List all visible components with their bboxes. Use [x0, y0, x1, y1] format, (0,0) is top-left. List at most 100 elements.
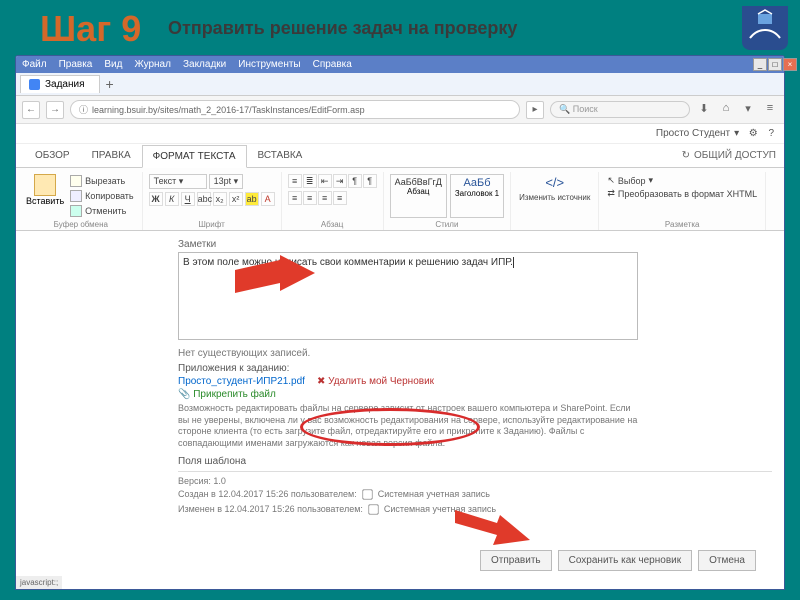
tab-title: Задания	[45, 79, 85, 90]
italic-button[interactable]: К	[165, 192, 179, 206]
ribbon-markup2: ↖Выбор ▾ ⇄Преобразовать в формат XHTML Р…	[599, 172, 766, 230]
paste-button[interactable]: Вставить	[26, 174, 64, 218]
user-bar: Просто Студент ▾ ⚙ ?	[16, 124, 784, 144]
maximize-button[interactable]: □	[768, 58, 782, 71]
form-content: Заметки В этом поле можно написать свои …	[16, 231, 784, 589]
cut-button[interactable]: Вырезать	[68, 174, 135, 188]
url-text: learning.bsuir.by/sites/math_2_2016-17/T…	[92, 105, 365, 115]
browser-tab[interactable]: Задания	[20, 75, 100, 93]
slide-subtitle: Отправить решение задач на проверку	[168, 18, 517, 39]
indent-button[interactable]: ⇥	[333, 174, 347, 188]
outdent-button[interactable]: ⇤	[318, 174, 332, 188]
menu-bookmarks[interactable]: Закладки	[183, 59, 226, 70]
tab-format-text[interactable]: ФОРМАТ ТЕКСТА	[142, 145, 247, 168]
ribbon-clipboard: Вставить Вырезать Копировать Отменить Бу…	[20, 172, 143, 230]
highlight-button[interactable]: ab	[245, 192, 259, 206]
select-button[interactable]: ↖Выбор ▾	[605, 174, 759, 187]
menu-help[interactable]: Справка	[313, 59, 352, 70]
underline-button[interactable]: Ч	[181, 192, 195, 206]
style-heading1[interactable]: АаБб Заголовок 1	[450, 174, 504, 218]
undo-button[interactable]: Отменить	[68, 204, 135, 218]
align-right[interactable]: ≡	[318, 191, 332, 205]
menu-view[interactable]: Вид	[104, 59, 122, 70]
forward-button[interactable]: →	[46, 101, 64, 119]
tab-insert[interactable]: ВСТАВКА	[247, 144, 314, 167]
paste-icon	[34, 174, 56, 196]
ltr-button[interactable]: ¶	[348, 174, 362, 188]
ribbon-paragraph: ≡ ≣ ⇤ ⇥ ¶ ¶ ≡ ≡ ≡ ≡ Абзац	[282, 172, 384, 230]
markup-group-label: Разметка	[599, 220, 765, 229]
tab-edit[interactable]: ПРАВКА	[81, 144, 142, 167]
search-placeholder: Поиск	[573, 104, 598, 114]
attachments-label: Приложения к заданию:	[178, 363, 772, 374]
close-button[interactable]: ×	[783, 58, 797, 71]
bold-button[interactable]: Ж	[149, 192, 163, 206]
home-icon[interactable]: ⌂	[718, 102, 734, 118]
status-bar: javascript:;	[16, 576, 62, 589]
bullets-button[interactable]: ≡	[288, 174, 302, 188]
gear-icon[interactable]: ⚙	[749, 128, 758, 139]
para-group-label: Абзац	[282, 220, 383, 229]
search-field[interactable]: 🔍 Поиск	[550, 101, 690, 118]
style-para[interactable]: АаБбВвГгД Абзац	[390, 174, 447, 218]
university-logo	[740, 4, 790, 52]
minimize-button[interactable]: _	[753, 58, 767, 71]
rtl-button[interactable]: ¶	[363, 174, 377, 188]
convert-xhtml-button[interactable]: ⇄Преобразовать в формат XHTML	[605, 187, 759, 200]
user-menu[interactable]: Просто Студент ▾ ⚙ ?	[656, 128, 774, 139]
go-button[interactable]: ▸	[526, 101, 544, 119]
modified-checkbox[interactable]	[368, 504, 378, 514]
share-button[interactable]: ↻ ОБЩИЙ ДОСТУП	[682, 150, 776, 161]
align-left[interactable]: ≡	[288, 191, 302, 205]
browser-tabbar: Задания +	[16, 73, 784, 96]
modified-sys: Системная учетная запись	[384, 504, 496, 514]
cancel-button[interactable]: Отмена	[698, 550, 756, 571]
numbering-button[interactable]: ≣	[303, 174, 317, 188]
font-group-label: Шрифт	[143, 220, 281, 229]
sharepoint-tabs: ОБЗОР ПРАВКА ФОРМАТ ТЕКСТА ВСТАВКА ↻ ОБЩ…	[16, 144, 784, 168]
font-name-select[interactable]: Текст ▾	[149, 174, 207, 189]
fontcolor-button[interactable]: A	[261, 192, 275, 206]
downloads-icon[interactable]: ⬇	[696, 102, 712, 118]
paste-label: Вставить	[26, 196, 64, 206]
menu-history[interactable]: Журнал	[134, 59, 171, 70]
notes-textarea[interactable]: В этом поле можно написать свои коммента…	[178, 252, 638, 340]
menu-edit[interactable]: Правка	[59, 59, 93, 70]
hamburger-icon[interactable]: ≡	[762, 102, 778, 118]
browser-window: Файл Правка Вид Журнал Закладки Инструме…	[15, 55, 785, 590]
created-checkbox[interactable]	[362, 489, 372, 499]
help-icon[interactable]: ?	[768, 128, 774, 139]
address-bar: ← → ⓘ learning.bsuir.by/sites/math_2_201…	[16, 96, 784, 124]
back-button[interactable]: ←	[22, 101, 40, 119]
menu-file[interactable]: Файл	[22, 59, 47, 70]
action-buttons: Отправить Сохранить как черновик Отмена	[480, 550, 756, 571]
tab-overview[interactable]: ОБЗОР	[24, 144, 81, 167]
version-text: Версия: 1.0	[178, 476, 226, 486]
undo-icon	[70, 205, 82, 217]
sub-button[interactable]: x₂	[213, 192, 227, 206]
delete-draft-link[interactable]: ✖ Удалить мой Черновик	[317, 376, 434, 387]
align-center[interactable]: ≡	[303, 191, 317, 205]
info-icon: ⓘ	[79, 103, 88, 116]
sup-button[interactable]: x²	[229, 192, 243, 206]
browser-menubar: Файл Правка Вид Журнал Закладки Инструме…	[16, 56, 784, 73]
styles-group-label: Стили	[384, 220, 511, 229]
save-draft-button[interactable]: Сохранить как черновик	[558, 550, 692, 571]
clipboard-group-label: Буфер обмена	[20, 220, 142, 229]
attachment-file-link[interactable]: Просто_студент-ИПР21.pdf	[178, 376, 305, 387]
copy-button[interactable]: Копировать	[68, 189, 135, 203]
align-justify[interactable]: ≡	[333, 191, 347, 205]
new-tab-button[interactable]: +	[106, 76, 114, 92]
font-size-select[interactable]: 13pt ▾	[209, 174, 244, 189]
url-field[interactable]: ⓘ learning.bsuir.by/sites/math_2_2016-17…	[70, 100, 520, 119]
edit-source-button[interactable]: </> Изменить источник	[517, 174, 592, 203]
menu-tools[interactable]: Инструменты	[238, 59, 300, 70]
attach-file-link[interactable]: 📎 Прикрепить файл	[178, 389, 276, 400]
created-sys: Системная учетная запись	[378, 489, 490, 499]
created-text: Создан в 12.04.2017 15:26 пользователем:	[178, 489, 357, 499]
send-button[interactable]: Отправить	[480, 550, 552, 571]
ribbon: Вставить Вырезать Копировать Отменить Бу…	[16, 168, 784, 231]
modified-text: Изменен в 12.04.2017 15:26 пользователем…	[178, 504, 363, 514]
pocket-icon[interactable]: ▾	[740, 102, 756, 118]
strike-button[interactable]: abc	[197, 192, 211, 206]
